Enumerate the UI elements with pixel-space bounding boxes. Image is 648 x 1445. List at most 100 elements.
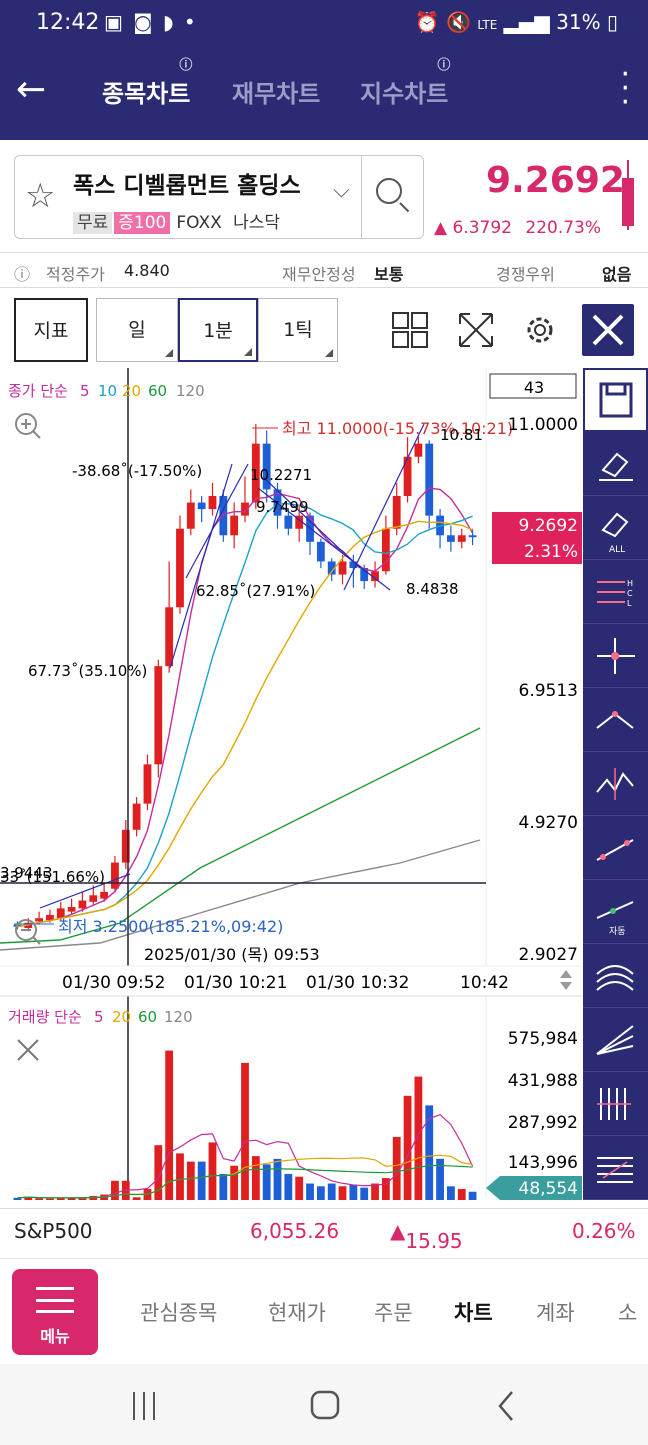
recent-apps-icon[interactable] (133, 1392, 155, 1420)
menu-button[interactable]: 메뉴 (12, 1269, 98, 1355)
price-chart[interactable]: 종가 단순 5 10 20 60 120 43 최고 11.0000(-15.7… (0, 368, 582, 1200)
count-value: 43 (524, 378, 544, 397)
horizontal-lines-tool[interactable] (583, 1136, 648, 1200)
indicator-button[interactable]: 지표 (14, 298, 88, 362)
period-day-button[interactable]: 일 (96, 298, 178, 362)
period-tick-button[interactable]: 1틱 (258, 298, 338, 362)
crosshair-date: 2025/01/30 (목) 09:53 (144, 945, 320, 964)
current-price: 9.2692 (486, 160, 625, 201)
candle-icon (622, 160, 634, 230)
bottom-nav: 메뉴 관심종목 현재가 주문 차트 계좌 소 (0, 1258, 648, 1364)
vol-tick-2: 431,988 (508, 1071, 578, 1091)
volume-bar (219, 1173, 228, 1200)
volume-bar (230, 1165, 239, 1200)
ma-10-line (17, 503, 473, 928)
arc-tool[interactable] (583, 944, 648, 1008)
tab-label: 재무차트 (232, 80, 321, 108)
competition-label: 경쟁우위 (496, 265, 555, 284)
ma-legend-20: 20 (122, 382, 141, 400)
drawing-tools-icon[interactable] (582, 304, 634, 356)
zigzag-tool[interactable] (583, 752, 648, 816)
back-arrow-icon[interactable]: ← (16, 72, 46, 108)
fan-icon (596, 1025, 634, 1055)
price-tick-3: 4.9270 (519, 813, 578, 833)
auto-trend-tool[interactable]: 자동 (583, 880, 648, 944)
star-icon[interactable]: ☆ (25, 176, 55, 216)
svg-text:자동: 자동 (609, 926, 626, 937)
grid-layout-icon[interactable] (392, 312, 428, 348)
home-icon[interactable] (310, 1390, 340, 1420)
drawing-toolbar: ALL HCL 자동 (583, 368, 648, 1200)
info-badge-icon: ⓘ (179, 58, 193, 73)
eraser-icon (599, 452, 633, 481)
period-label: 1분 (203, 320, 233, 342)
ticker: FOXX (176, 213, 222, 233)
candle-body (316, 541, 325, 562)
tab-index-chart[interactable]: 지수차트 ⓘ (360, 58, 450, 109)
period-minute-button[interactable]: 1분 (178, 298, 258, 362)
close-icon[interactable] (17, 1039, 39, 1061)
volume-bar (197, 1161, 206, 1200)
vol-legend-5: 5 (94, 1008, 104, 1026)
time-tick-4: 10:42 (460, 973, 509, 993)
nav-chart[interactable]: 차트 (454, 1297, 493, 1327)
alarm-icon: ⏰ (414, 10, 440, 34)
candle-body (143, 764, 152, 804)
price-tick-4: 2.9027 (519, 945, 578, 965)
vol-legend-60: 60 (138, 1008, 157, 1026)
volume-bar (306, 1183, 314, 1200)
eraser-tool[interactable] (583, 432, 648, 496)
zoom-icon[interactable] (15, 413, 41, 439)
nav-watchlist[interactable]: 관심종목 (140, 1297, 217, 1327)
save-tool[interactable] (583, 368, 648, 432)
index-ticker-row[interactable]: S&P500 6,055.26 ▲ 15.95 0.26% (0, 1208, 648, 1254)
vertical-lines-tool[interactable] (583, 1072, 648, 1136)
volume-bar (251, 1156, 260, 1200)
tab-finance-chart[interactable]: 재무차트 (232, 74, 320, 109)
nav-order[interactable]: 주문 (374, 1297, 413, 1327)
volume-bar (35, 1198, 43, 1200)
volume-bar (403, 1095, 412, 1200)
status-time: 12:42 (36, 10, 100, 35)
stock-selector[interactable]: ☆ 폭스 디벨롭먼트 홀딩스 ⌵ 무료 증100 FOXX 나스닥 (14, 155, 424, 239)
back-icon[interactable] (498, 1391, 513, 1421)
time-tick-2: 01/30 10:21 (184, 973, 287, 993)
volume-bar (111, 1180, 119, 1200)
more-vert-icon[interactable]: · · · (620, 60, 630, 118)
chevron-down-icon[interactable]: ⌵ (333, 178, 350, 203)
volume-bar (327, 1183, 336, 1200)
time-tick-3: 01/30 10:32 (306, 973, 409, 993)
eraser-all-tool[interactable]: ALL (583, 496, 648, 560)
fair-price-value: 4.840 (124, 261, 170, 280)
period-label: 일 (128, 319, 146, 341)
market: 나스닥 (233, 213, 281, 233)
status-right: ⏰ 🔇 LTE ▂▄▆ 31% ▯ (415, 10, 618, 34)
peak-tool[interactable] (583, 688, 648, 752)
peak-line-icon (596, 711, 634, 729)
price-tick-2: 6.9513 (519, 681, 578, 701)
help-icon[interactable]: ⓘ (14, 261, 30, 285)
nav-more[interactable]: 소 (618, 1297, 637, 1327)
tab-stock-chart[interactable]: 종목차트 ⓘ (102, 58, 192, 109)
period-label: 1틱 (283, 319, 313, 341)
gear-icon[interactable] (522, 312, 558, 348)
volume-bar (295, 1176, 304, 1200)
time-tick-1: 01/30 09:52 (62, 973, 165, 993)
candle-body (425, 443, 434, 516)
vol-current: 48,554 (519, 1179, 578, 1199)
tab-label: 지수차트 (360, 80, 449, 108)
trendline-tool[interactable] (583, 816, 648, 880)
index-name: S&P500 (14, 1219, 93, 1243)
nav-current-price[interactable]: 현재가 (268, 1297, 326, 1327)
search-button[interactable] (361, 156, 425, 238)
hcl-tool[interactable]: HCL (583, 560, 648, 624)
fan-tool[interactable] (583, 1008, 648, 1072)
vol-legend-120: 120 (164, 1008, 193, 1026)
svg-text:C: C (627, 589, 633, 598)
candle-body (468, 535, 477, 538)
fullscreen-icon[interactable] (458, 312, 494, 348)
cross-tool[interactable] (583, 624, 648, 688)
vol-legend-20: 20 (112, 1008, 131, 1026)
competition-value: 없음 (602, 265, 632, 284)
nav-account[interactable]: 계좌 (536, 1297, 575, 1327)
